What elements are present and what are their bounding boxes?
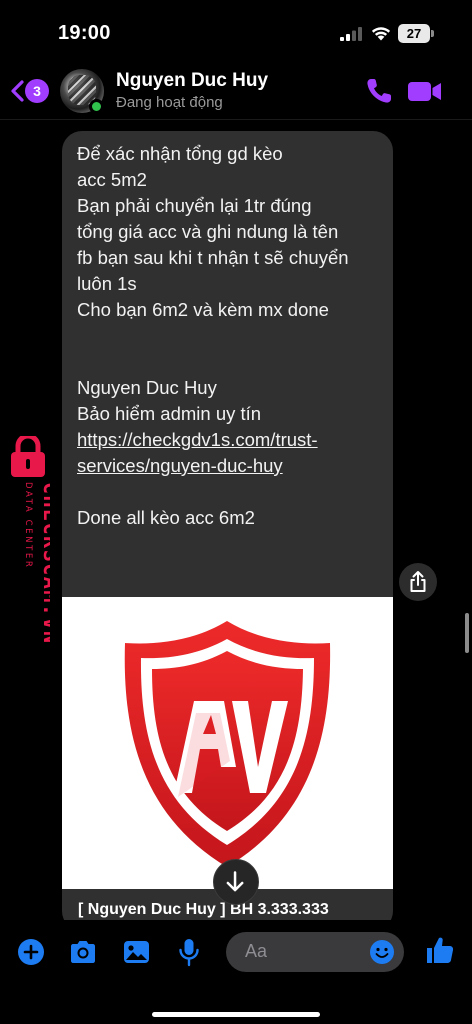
message-input-placeholder: Aa: [245, 941, 268, 961]
link-preview-title: [ Nguyen Duc Huy ] BH 3.333.333: [78, 901, 329, 918]
watermark-brand: CHECKSCAM.VN DATA CENTER: [24, 482, 50, 645]
status-bar: 19:00 27: [0, 0, 472, 62]
back-button[interactable]: 3: [8, 76, 54, 106]
unread-badge: 3: [25, 79, 49, 103]
contact-name[interactable]: Nguyen Duc Huy: [116, 70, 268, 92]
message-link[interactable]: https://checkgdv1s.com/trust-services/ng…: [77, 429, 318, 476]
preview-image: [62, 597, 393, 889]
shield-logo-icon: [124, 621, 331, 867]
emoji-icon[interactable]: [369, 939, 395, 965]
wifi-icon: [371, 27, 391, 41]
message-input[interactable]: Aa: [226, 932, 404, 972]
home-indicator: [152, 1012, 320, 1017]
battery-icon: 27: [398, 24, 434, 43]
watermark-brand-text: CHECKSCAM.VN: [39, 482, 50, 645]
like-icon[interactable]: [424, 934, 456, 966]
contact-status: Đang hoạt động: [116, 94, 223, 111]
arrow-down-icon: [226, 871, 244, 892]
camera-icon[interactable]: [68, 937, 98, 967]
image-icon[interactable]: [121, 937, 151, 967]
composer-bar: Aa: [0, 920, 472, 1024]
online-status-dot: [89, 99, 104, 114]
scroll-down-button[interactable]: [213, 859, 259, 905]
plus-icon[interactable]: [16, 937, 46, 967]
battery-level: 27: [406, 26, 422, 41]
scroll-indicator[interactable]: [465, 613, 469, 653]
watermark-subtitle-text: DATA CENTER: [24, 482, 33, 569]
chat-header: 3 Nguyen Duc Huy Đang hoạt động: [0, 62, 472, 120]
video-camera-icon[interactable]: [407, 76, 443, 106]
status-time: 19:00: [58, 22, 111, 44]
signal-icon: [340, 27, 362, 41]
chat-area[interactable]: Để xác nhận tổng gd kèo acc 5m2 Bạn phải…: [0, 121, 472, 920]
message-bubble[interactable]: Để xác nhận tổng gd kèo acc 5m2 Bạn phải…: [62, 131, 393, 920]
message-body: Để xác nhận tổng gd kèo acc 5m2 Bạn phải…: [77, 143, 349, 424]
message-body-end: Done all kèo acc 6m2: [77, 507, 255, 528]
message-text: Để xác nhận tổng gd kèo acc 5m2 Bạn phải…: [77, 141, 382, 531]
lock-icon: [11, 436, 45, 477]
phone-icon[interactable]: [364, 76, 396, 106]
watermark: CHECKSCAM.VN DATA CENTER: [0, 436, 60, 646]
share-icon: [410, 571, 426, 592]
back-chevron-icon: [11, 80, 24, 102]
microphone-icon[interactable]: [174, 937, 204, 967]
share-button[interactable]: [399, 563, 437, 601]
